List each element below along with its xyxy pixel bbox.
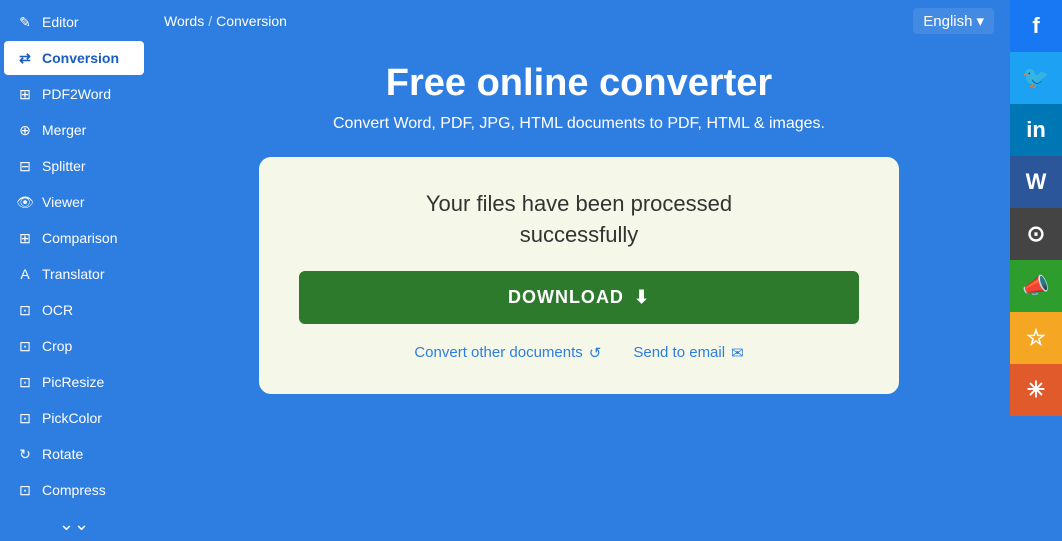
actions-row: Convert other documents ↺ Send to email … <box>414 344 743 362</box>
download-label: DOWNLOAD <box>508 287 624 308</box>
social-asterisk-button[interactable]: ✳ <box>1010 364 1062 416</box>
sidebar-label-ocr: OCR <box>42 302 73 318</box>
picresize-icon: ⊡ <box>16 373 34 391</box>
sidebar-item-pickcolor[interactable]: ⊡ PickColor <box>4 401 144 435</box>
convert-other-link[interactable]: Convert other documents ↺ <box>414 344 601 362</box>
sidebar-item-viewer[interactable]: 👁 Viewer <box>4 185 144 219</box>
sidebar-label-viewer: Viewer <box>42 194 85 210</box>
sidebar-label-pdf2word: PDF2Word <box>42 86 111 102</box>
sidebar-item-crop[interactable]: ⊡ Crop <box>4 329 144 363</box>
sidebar-item-compress[interactable]: ⊡ Compress <box>4 473 144 507</box>
main-content: Words / Conversion English ▾ Free online… <box>148 0 1010 535</box>
page-title: Free online converter <box>386 62 772 105</box>
sidebar-label-compress: Compress <box>42 482 106 498</box>
sidebar-label-crop: Crop <box>42 338 72 354</box>
sidebar-item-pdf2word[interactable]: ⊞ PDF2Word <box>4 77 144 111</box>
rotate-icon: ↻ <box>16 445 34 463</box>
editor-icon: ✎ <box>16 13 34 31</box>
header: Words / Conversion English ▾ <box>148 0 1010 42</box>
download-button[interactable]: DOWNLOAD ⬇ <box>299 271 859 324</box>
language-selector[interactable]: English ▾ <box>913 8 994 34</box>
page-subtitle: Convert Word, PDF, JPG, HTML documents t… <box>333 115 825 133</box>
sidebar-item-ocr[interactable]: ⊡ OCR <box>4 293 144 327</box>
success-line1: Your files have been processed <box>426 191 732 216</box>
convert-other-label: Convert other documents <box>414 344 582 361</box>
social-star-button[interactable]: ☆ <box>1010 312 1062 364</box>
social-github-button[interactable]: ⊙ <box>1010 208 1062 260</box>
sidebar-item-merger[interactable]: ⊕ Merger <box>4 113 144 147</box>
sidebar-label-splitter: Splitter <box>42 158 86 174</box>
social-announce-button[interactable]: 📣 <box>1010 260 1062 312</box>
send-email-icon: ✉ <box>731 344 744 362</box>
sidebar-label-picresize: PicResize <box>42 374 104 390</box>
sidebar-label-conversion: Conversion <box>42 50 119 66</box>
sidebar-item-rotate[interactable]: ↻ Rotate <box>4 437 144 471</box>
language-label: English <box>923 13 972 30</box>
download-icon: ⬇ <box>634 287 650 308</box>
social-facebook-button[interactable]: f <box>1010 0 1062 52</box>
sidebar-label-rotate: Rotate <box>42 446 83 462</box>
sidebar-label-comparison: Comparison <box>42 230 117 246</box>
merger-icon: ⊕ <box>16 121 34 139</box>
splitter-icon: ⊟ <box>16 157 34 175</box>
sidebar-label-pickcolor: PickColor <box>42 410 102 426</box>
pdf2word-icon: ⊞ <box>16 85 34 103</box>
sidebar-item-picresize[interactable]: ⊡ PicResize <box>4 365 144 399</box>
sidebar-more-button[interactable]: ⌄⌄ <box>0 508 148 541</box>
compress-icon: ⊡ <box>16 481 34 499</box>
translator-icon: A <box>16 265 34 283</box>
comparison-icon: ⊞ <box>16 229 34 247</box>
sidebar-item-comparison[interactable]: ⊞ Comparison <box>4 221 144 255</box>
page-content: Free online converter Convert Word, PDF,… <box>148 42 1010 535</box>
breadcrumb-current: Conversion <box>216 13 287 29</box>
sidebar-label-merger: Merger <box>42 122 86 138</box>
ocr-icon: ⊡ <box>16 301 34 319</box>
language-arrow-icon: ▾ <box>976 12 984 30</box>
social-word-button[interactable]: W <box>1010 156 1062 208</box>
viewer-icon: 👁 <box>16 193 34 211</box>
sidebar: ✎ Editor ⇄ Conversion ⊞ PDF2Word ⊕ Merge… <box>0 0 148 535</box>
sidebar-item-conversion[interactable]: ⇄ Conversion <box>4 41 144 75</box>
send-email-link[interactable]: Send to email ✉ <box>633 344 743 362</box>
crop-icon: ⊡ <box>16 337 34 355</box>
breadcrumb-separator: / <box>208 13 212 29</box>
success-line2: successfully <box>520 222 639 247</box>
sidebar-item-splitter[interactable]: ⊟ Splitter <box>4 149 144 183</box>
sidebar-label-editor: Editor <box>42 14 79 30</box>
sidebar-label-translator: Translator <box>42 266 105 282</box>
sidebar-item-translator[interactable]: A Translator <box>4 257 144 291</box>
convert-other-icon: ↺ <box>589 344 602 362</box>
breadcrumb-words[interactable]: Words <box>164 13 204 29</box>
sidebar-item-editor[interactable]: ✎ Editor <box>4 5 144 39</box>
result-card: Your files have been processed successfu… <box>259 157 899 394</box>
breadcrumb: Words / Conversion <box>164 13 287 29</box>
social-linkedin-button[interactable]: in <box>1010 104 1062 156</box>
success-message: Your files have been processed successfu… <box>426 189 732 251</box>
social-twitter-button[interactable]: 🐦 <box>1010 52 1062 104</box>
conversion-icon: ⇄ <box>16 49 34 67</box>
pickcolor-icon: ⊡ <box>16 409 34 427</box>
send-email-label: Send to email <box>633 344 725 361</box>
social-bar: f🐦inW⊙📣☆✳ <box>1010 0 1062 535</box>
